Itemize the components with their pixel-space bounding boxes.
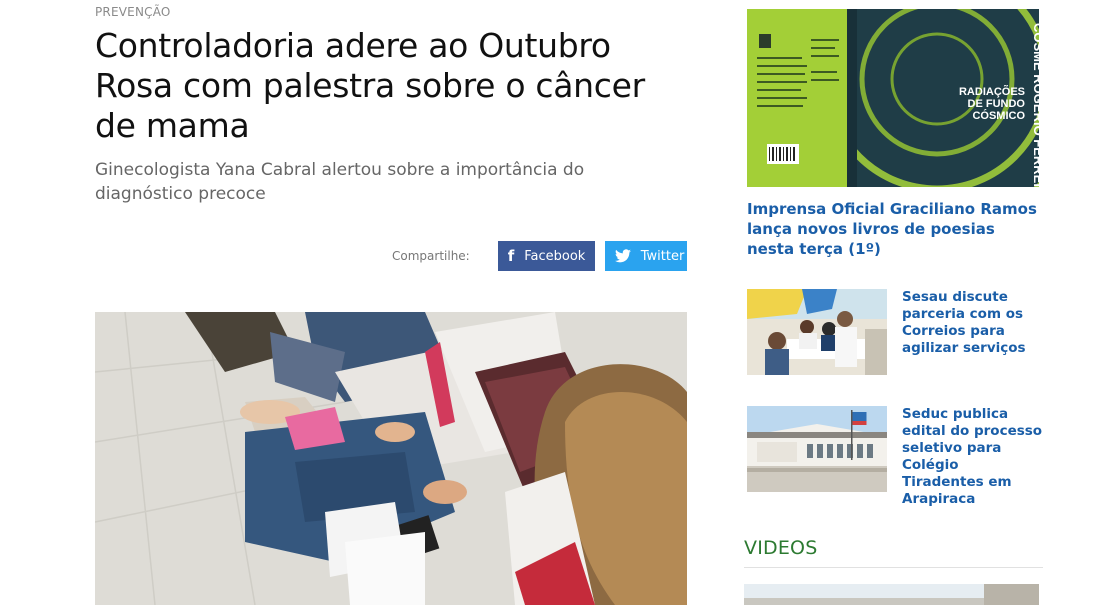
page: PREVENÇÃO Controladoria adere ao Outubro…	[0, 0, 1103, 605]
news-thumbnail-illustration	[747, 289, 887, 375]
sidebar-lead-link[interactable]: Imprensa Oficial Graciliano Ramos lança …	[747, 199, 1039, 259]
facebook-share-label: Facebook	[524, 248, 586, 264]
book-cover-image[interactable]: COSME ROGÉRIO FERREIRA RADIAÇÕES DE FUND…	[747, 9, 1039, 187]
book-title-line-2: DE FUNDO	[968, 98, 1026, 110]
news-thumbnail[interactable]	[747, 406, 887, 492]
book-title-line-1: RADIAÇÕES	[959, 85, 1025, 98]
article-photo-illustration	[95, 312, 687, 605]
book-title-line-3: CÓSMICO	[972, 109, 1025, 122]
book-cover-art: COSME ROGÉRIO FERREIRA RADIAÇÕES DE FUND…	[747, 9, 1039, 187]
facebook-icon: f	[507, 247, 515, 265]
news-item[interactable]: Seduc publica edital do processo seletiv…	[747, 406, 1044, 507]
twitter-icon	[614, 248, 631, 264]
videos-section-title: VIDEOS	[744, 537, 1043, 568]
twitter-share-button[interactable]: Twitter	[604, 241, 687, 271]
twitter-share-label: Twitter	[640, 248, 685, 264]
facebook-share-button[interactable]: f Facebook	[497, 241, 595, 271]
video-thumbnail-illustration	[744, 584, 1039, 605]
news-thumbnail-illustration	[747, 406, 887, 492]
share-label: Compartilhe:	[392, 249, 470, 263]
share-bar: Compartilhe: f Facebook Twitter	[392, 241, 687, 271]
video-thumbnail[interactable]	[744, 584, 1039, 605]
article-subtitle: Ginecologista Yana Cabral alertou sobre …	[95, 160, 585, 204]
article-photo	[95, 312, 687, 605]
article-headline: Controladoria adere ao Outubro Rosa com …	[95, 26, 645, 145]
news-item[interactable]: Sesau discute parceria com os Correios p…	[747, 289, 1044, 377]
book-author-text: COSME ROGÉRIO FERREIRA	[1031, 23, 1039, 187]
news-title[interactable]: Seduc publica edital do processo seletiv…	[902, 406, 1044, 507]
news-thumbnail[interactable]	[747, 289, 887, 375]
article-category[interactable]: PREVENÇÃO	[95, 5, 171, 19]
news-title[interactable]: Sesau discute parceria com os Correios p…	[902, 289, 1044, 377]
